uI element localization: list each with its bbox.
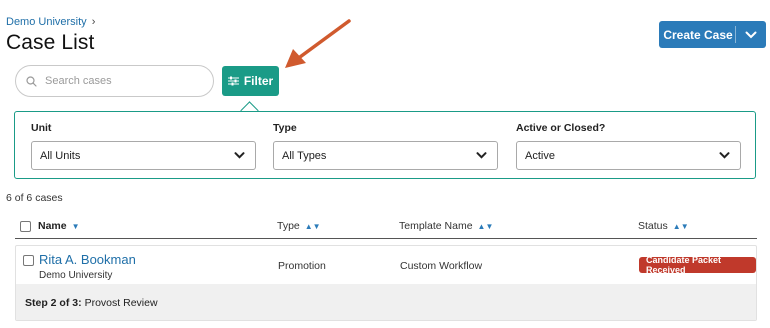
table-row-main: Rita A. Bookman Demo University Promotio…	[16, 246, 756, 284]
search-box	[15, 65, 214, 97]
case-step-value: Provost Review	[84, 297, 158, 309]
breadcrumb-separator: ›	[91, 16, 96, 28]
active-closed-select-value: Active	[525, 149, 555, 162]
column-status: Status ▲▼	[638, 220, 689, 232]
unit-filter-label: Unit	[31, 122, 52, 134]
column-header-status[interactable]: Status	[638, 220, 668, 232]
row-checkbox[interactable]	[23, 255, 34, 266]
unit-select-value: All Units	[40, 149, 81, 162]
search-icon	[26, 75, 37, 87]
active-filter-label: Active or Closed?	[516, 122, 606, 134]
chevron-down-icon	[745, 31, 757, 38]
case-name-link[interactable]: Rita A. Bookman	[39, 252, 136, 267]
filter-button-label: Filter	[243, 74, 274, 88]
sort-desc-icon[interactable]: ▼	[72, 222, 80, 231]
page-title: Case List	[6, 31, 95, 54]
filter-group-type: Type All Types	[273, 122, 498, 170]
sort-icon[interactable]: ▲▼	[673, 222, 689, 231]
search-input[interactable]	[45, 75, 195, 87]
type-filter-label: Type	[273, 122, 297, 134]
case-template: Custom Workflow	[400, 260, 483, 272]
case-unit: Demo University	[39, 270, 113, 281]
select-all-column: Name ▼	[20, 220, 80, 232]
column-template: Template Name ▲▼	[399, 220, 493, 232]
create-case-dropdown-button[interactable]	[736, 21, 766, 48]
chevron-down-icon	[719, 152, 730, 159]
case-type: Promotion	[278, 260, 326, 272]
filter-group-active: Active or Closed? Active	[516, 122, 741, 170]
unit-select[interactable]: All Units	[31, 141, 256, 170]
create-case-button[interactable]: Create Case	[659, 21, 735, 48]
sort-icon[interactable]: ▲▼	[478, 222, 494, 231]
results-count: 6 of 6 cases	[6, 192, 63, 204]
breadcrumb: Demo University ›	[6, 16, 95, 28]
create-case-button-group: Create Case	[659, 21, 766, 48]
table-row: Rita A. Bookman Demo University Promotio…	[15, 245, 757, 321]
column-header-name[interactable]: Name	[38, 220, 67, 232]
chevron-down-icon	[234, 152, 245, 159]
breadcrumb-link-demo-university[interactable]: Demo University	[6, 16, 87, 28]
type-select-value: All Types	[282, 149, 327, 162]
filter-panel: Unit All Units Type All Types Active or …	[14, 111, 756, 179]
case-step-label: Step 2 of 3:	[25, 297, 82, 309]
active-closed-select[interactable]: Active	[516, 141, 741, 170]
status-badge: Candidate Packet Received	[639, 255, 756, 275]
filter-group-unit: Unit All Units	[31, 122, 256, 170]
column-header-type[interactable]: Type	[277, 220, 300, 232]
filter-button[interactable]: Filter	[222, 66, 279, 96]
case-step-info: Step 2 of 3: Provost Review	[16, 284, 756, 320]
type-select[interactable]: All Types	[273, 141, 498, 170]
select-all-checkbox[interactable]	[20, 220, 31, 232]
chevron-down-icon	[476, 152, 487, 159]
column-header-template-name[interactable]: Template Name	[399, 220, 473, 232]
table-header: Name ▼ Type ▲▼ Template Name ▲▼ Status ▲…	[15, 216, 757, 239]
column-type: Type ▲▼	[277, 220, 321, 232]
sliders-icon	[227, 76, 239, 86]
sort-icon[interactable]: ▲▼	[305, 222, 321, 231]
